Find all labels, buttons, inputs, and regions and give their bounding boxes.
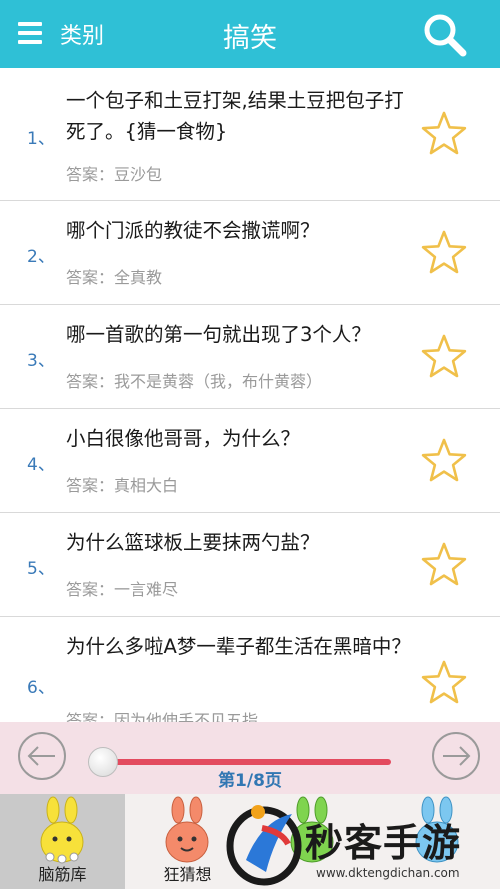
item-number: 2、 xyxy=(27,247,55,267)
item-number: 3、 xyxy=(27,351,55,371)
question-text: 小白很像他哥哥，为什么？ xyxy=(66,427,301,450)
question-text: 哪一首歌的第一句就出现了3个人？ xyxy=(66,323,371,346)
item-number: 4、 xyxy=(27,455,55,475)
item-number: 6、 xyxy=(27,678,55,698)
tab-label: 脑筋库 xyxy=(38,865,87,884)
item-number: 1、 xyxy=(27,129,55,149)
riddle-list[interactable]: 1、 一个包子和土豆打架,结果土豆把包子打死了。{猜一食物} 答案：豆沙包 2、… xyxy=(0,68,500,722)
list-item[interactable]: 4、 小白很像他哥哥，为什么？ 答案：真相大白 xyxy=(0,409,500,513)
pager-bar: 第1/8页 xyxy=(0,722,500,794)
orange-rabbit-icon xyxy=(165,796,209,863)
page-slider-track[interactable] xyxy=(100,759,391,765)
watermark-text: 秒客手游 xyxy=(305,821,462,865)
question-text: 哪个门派的教徒不会撒谎啊？ xyxy=(66,219,320,242)
list-item[interactable]: 6、 为什么多啦A梦一辈子都生活在黑暗中？ 答案：因为他伸手不见五指 xyxy=(0,617,500,722)
yellow-rabbit-icon xyxy=(40,796,84,864)
list-item[interactable]: 2、 哪个门派的教徒不会撒谎啊？ 答案：全真教 xyxy=(0,201,500,305)
answer-text: 答案：我不是黄蓉（我，布什黄蓉） xyxy=(66,372,323,391)
question-text: 一个包子和土豆打架,结果土豆把包子打死了。{猜一食物} xyxy=(66,89,404,143)
star-icon[interactable] xyxy=(421,437,467,483)
answer-text: 答案：真相大白 xyxy=(66,476,179,495)
tab-brain-library[interactable]: 脑筋库 xyxy=(0,794,125,889)
star-icon[interactable] xyxy=(421,659,467,705)
list-item[interactable]: 3、 哪一首歌的第一句就出现了3个人？ 答案：我不是黄蓉（我，布什黄蓉） xyxy=(0,305,500,409)
item-number: 5、 xyxy=(27,559,55,579)
question-text: 为什么篮球板上要抹两勺盐？ xyxy=(66,531,320,554)
star-icon[interactable] xyxy=(421,333,467,379)
answer-text: 答案：一言难尽 xyxy=(66,580,179,599)
watermark-url: www.dktengdichan.com xyxy=(316,866,460,880)
star-icon[interactable] xyxy=(421,229,467,275)
list-item[interactable]: 5、 为什么篮球板上要抹两勺盐？ 答案：一言难尽 xyxy=(0,513,500,617)
page-indicator: 第1/8页 xyxy=(218,771,282,791)
watermark-logo-icon xyxy=(226,805,302,886)
answer-text: 答案：因为他伸手不见五指 xyxy=(66,711,259,722)
star-icon[interactable] xyxy=(421,541,467,587)
top-bar: 类别 搞笑 xyxy=(0,0,500,68)
answer-text: 答案：全真教 xyxy=(66,268,163,287)
question-text: 为什么多啦A梦一辈子都生活在黑暗中？ xyxy=(66,635,411,658)
answer-text: 答案：豆沙包 xyxy=(66,165,163,184)
list-item[interactable]: 1、 一个包子和土豆打架,结果土豆把包子打死了。{猜一食物} 答案：豆沙包 xyxy=(0,68,500,201)
search-icon[interactable] xyxy=(420,10,468,58)
next-page-arrow-icon[interactable] xyxy=(431,731,481,781)
star-icon[interactable] xyxy=(421,110,467,156)
